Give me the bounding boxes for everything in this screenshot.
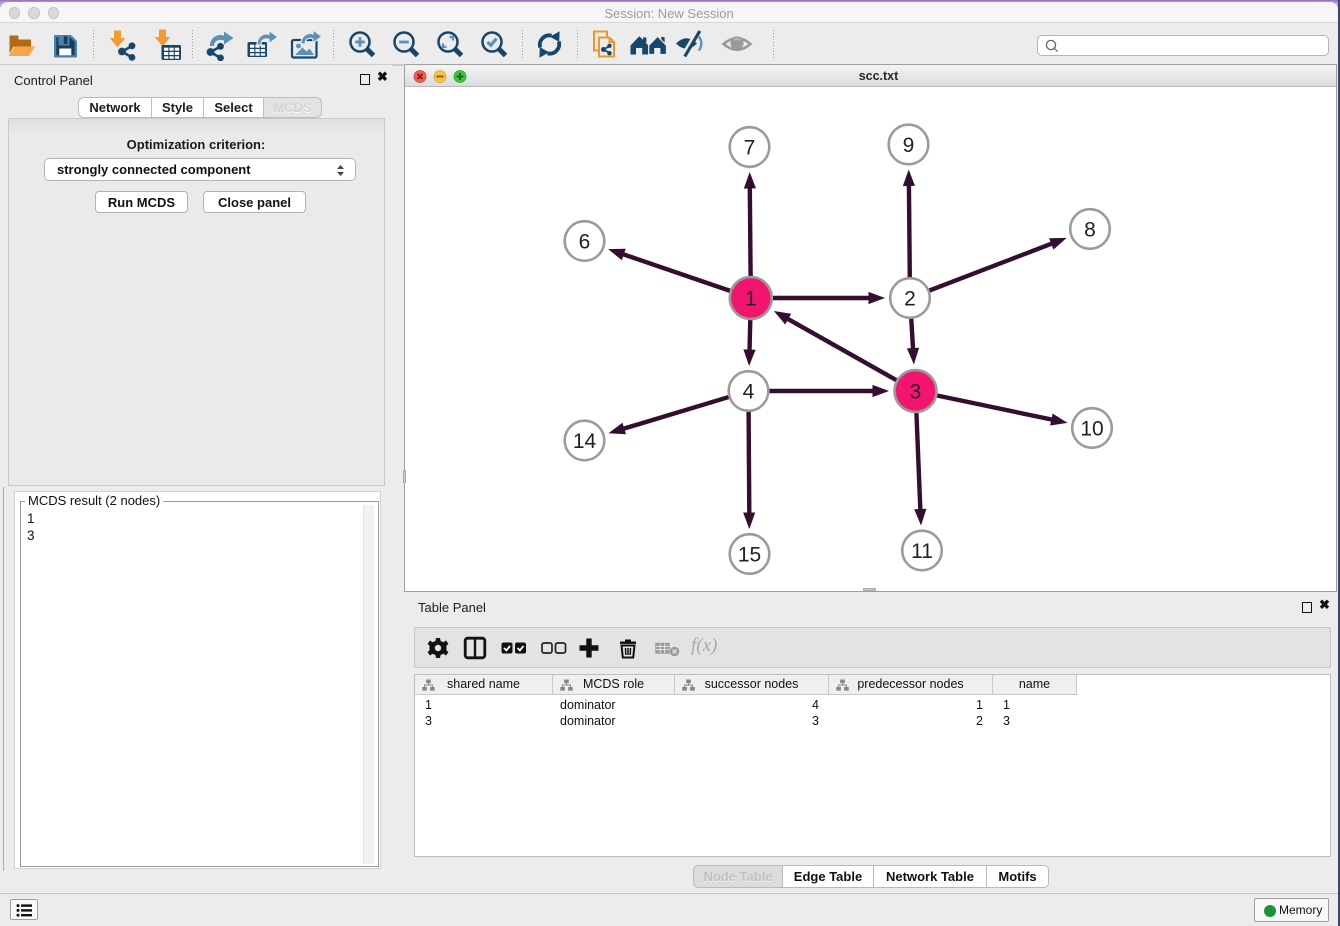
- svg-text:11: 11: [911, 540, 933, 563]
- svg-text:3: 3: [910, 380, 922, 403]
- svg-text:2: 2: [904, 287, 916, 310]
- svg-text:7: 7: [744, 136, 756, 159]
- svg-text:8: 8: [1084, 218, 1096, 241]
- svg-text:14: 14: [573, 430, 597, 453]
- svg-text:15: 15: [738, 543, 761, 566]
- svg-text:9: 9: [903, 134, 915, 157]
- svg-text:4: 4: [743, 380, 755, 403]
- svg-text:1: 1: [745, 287, 757, 310]
- svg-text:10: 10: [1080, 417, 1103, 440]
- svg-text:6: 6: [579, 230, 591, 253]
